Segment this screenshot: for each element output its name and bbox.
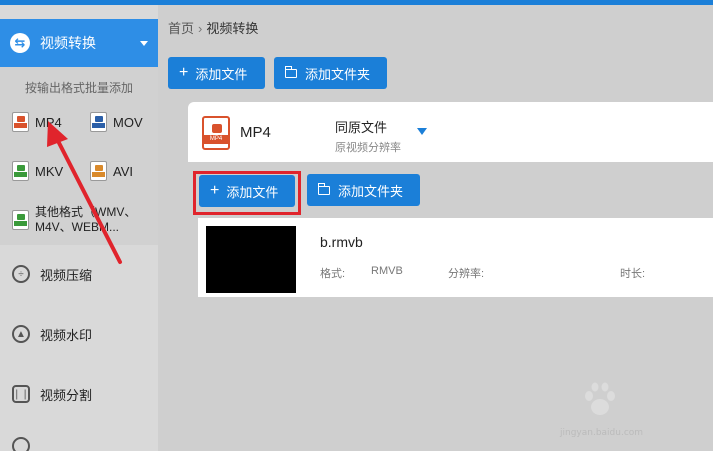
mp4-format-icon: MP4: [202, 116, 230, 150]
compress-icon: ÷: [12, 265, 30, 283]
sidebar-item-more[interactable]: [0, 431, 158, 451]
video-thumbnail: [206, 226, 296, 293]
other-format-line2: M4V、WEBM...: [35, 220, 120, 234]
format-label: 格式:: [320, 268, 346, 280]
chevron-down-icon: [140, 41, 148, 46]
resolution-dropdown-icon[interactable]: [417, 128, 427, 135]
inner-add-folder-button[interactable]: 添加文件夹: [307, 174, 420, 206]
format-label: MKV: [35, 163, 64, 179]
format-other[interactable]: 其他格式（WMV、 M4V、WEBM...: [12, 205, 136, 235]
file-name: b.rmvb: [320, 234, 363, 250]
convert-icon: ⇆: [10, 33, 30, 53]
format-badge: MP4: [202, 135, 230, 144]
mov-file-icon: [90, 112, 107, 132]
format-avi[interactable]: AVI: [90, 161, 133, 181]
sidebar-item-label: 视频转换: [40, 35, 96, 51]
breadcrumb-separator: ›: [198, 21, 203, 36]
plus-icon: +: [179, 64, 189, 81]
add-folder-label: 添加文件夹: [305, 66, 371, 82]
mkv-file-icon: [12, 161, 29, 181]
watermark: jingyan.baidu.com: [560, 380, 670, 440]
split-icon: ❘❘: [12, 385, 30, 403]
watermark-icon: ▲: [12, 325, 30, 343]
sidebar-item-watermark[interactable]: ▲ 视频水印: [0, 319, 158, 349]
output-settings: MP4 MP4 同原文件 原视频分辨率: [188, 102, 713, 162]
sidebar-item-split[interactable]: ❘❘ 视频分割: [0, 379, 158, 409]
format-mp4[interactable]: MP4: [12, 112, 62, 132]
other-file-icon: [12, 210, 29, 230]
output-format[interactable]: MP4: [240, 124, 271, 141]
sidebar-item-label: 视频水印: [40, 327, 93, 343]
format-label: AVI: [113, 163, 133, 179]
sidebar-item-video-convert[interactable]: ⇆ 视频转换: [0, 19, 158, 67]
sidebar-item-compress[interactable]: ÷ 视频压缩: [0, 259, 158, 289]
sidebar: ⇆ 视频转换 按输出格式批量添加 MP4 MOV MKV AVI 其他格式（WM…: [0, 5, 158, 451]
format-label: MP4: [35, 114, 62, 130]
breadcrumb: 首页 › 视频转换: [168, 18, 258, 37]
output-resolution[interactable]: 同原文件: [335, 117, 387, 136]
more-icon: [12, 437, 30, 451]
watermark-url: jingyan.baidu.com: [560, 428, 644, 438]
sidebar-item-label: 视频压缩: [40, 267, 93, 283]
file-row[interactable]: b.rmvb 格式: RMVB 分辨率: 时长:: [198, 218, 713, 297]
mp4-file-icon: [12, 112, 29, 132]
folder-icon: [317, 182, 330, 195]
format-value: RMVB: [371, 265, 403, 277]
output-resolution-desc: 原视频分辨率: [335, 142, 401, 154]
breadcrumb-home[interactable]: 首页: [168, 21, 194, 36]
add-folder-button[interactable]: 添加文件夹: [274, 57, 387, 89]
paw-logo-icon: [585, 382, 615, 415]
format-mkv[interactable]: MKV: [12, 161, 63, 181]
highlight-box: [193, 171, 301, 215]
format-panel: 按输出格式批量添加 MP4 MOV MKV AVI 其他格式（WMV、 M4V、…: [0, 67, 158, 245]
resolution-label: 分辨率:: [448, 268, 485, 280]
format-label: MOV: [113, 114, 143, 130]
sidebar-item-label: 视频分割: [40, 387, 93, 403]
folder-icon: [284, 65, 297, 78]
other-format-line1: 其他格式（WMV、: [35, 205, 137, 219]
format-hint: 按输出格式批量添加: [24, 81, 133, 95]
inner-add-folder-label: 添加文件夹: [338, 183, 404, 199]
avi-file-icon: [90, 161, 107, 181]
add-file-button[interactable]: + 添加文件: [168, 57, 265, 89]
duration-label: 时长:: [620, 268, 646, 280]
breadcrumb-current: 视频转换: [206, 21, 259, 36]
add-file-label: 添加文件: [195, 66, 248, 82]
format-mov[interactable]: MOV: [90, 112, 143, 132]
